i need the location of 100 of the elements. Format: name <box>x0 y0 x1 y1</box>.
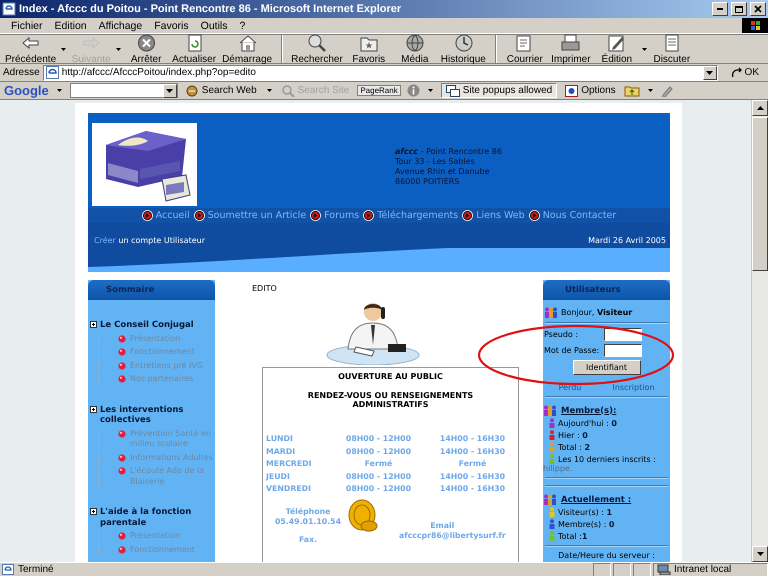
greeting-text: Bonjour, Visiteur <box>561 308 632 317</box>
arrow-bullet-icon <box>194 210 205 221</box>
bullet-icon <box>118 546 126 554</box>
page-icon <box>46 66 59 79</box>
popups-button[interactable]: Site popups allowed <box>440 83 558 98</box>
scrollbar-thumb[interactable] <box>752 117 768 271</box>
toolbar-button[interactable]: Favoris <box>346 35 392 63</box>
nav-link[interactable]: Nous Contacter <box>528 210 616 221</box>
stats-item: Total :1 <box>558 532 588 540</box>
people-icon <box>544 406 556 416</box>
nav-link[interactable]: Forums <box>310 210 360 221</box>
window-title: Index - Afccc du Poitou - Point Rencontre 86 - Microsoft Internet Explorer <box>19 3 402 15</box>
expand-icon[interactable] <box>90 508 97 515</box>
panel-header: Sommaire <box>88 280 215 300</box>
folder-icon[interactable] <box>624 84 640 97</box>
toolbar-button[interactable]: Historique <box>438 35 489 63</box>
dropdown-arrow-icon[interactable] <box>166 89 174 93</box>
search-web-button[interactable]: Search Web <box>184 84 259 96</box>
account-link[interactable]: Perdu <box>558 383 582 392</box>
section-title[interactable]: Le Conseil Conjugal <box>100 320 194 330</box>
windows-icon <box>446 84 460 96</box>
minimize-icon <box>717 8 723 10</box>
stats-item: Visiteur(s) : 1 <box>558 508 612 516</box>
arrow-down-icon <box>756 552 764 556</box>
date-text: Mardi 26 Avril 2005 <box>588 236 666 245</box>
section-title[interactable]: Les interventions collectives <box>100 404 213 426</box>
toolbar-button[interactable]: Arrêter <box>123 35 170 63</box>
menu-item[interactable]: Fichier <box>5 20 49 32</box>
menu-item[interactable]: Affichage <box>92 20 148 32</box>
menu-item[interactable]: Edition <box>48 20 93 32</box>
go-button[interactable]: OK <box>720 66 765 78</box>
toolbar-button[interactable]: Discuter <box>648 35 695 63</box>
bullet-icon <box>118 348 126 356</box>
address-line: afccc - Point Rencontre 86 <box>395 147 502 157</box>
scroll-down-button[interactable] <box>752 546 768 562</box>
toolbar-button[interactable]: Courrier <box>494 35 548 63</box>
server-date-label: Date/Heure du serveur : <box>557 551 656 560</box>
caret-icon[interactable] <box>428 89 433 92</box>
account-link[interactable]: Inscription <box>612 383 654 392</box>
arrow-bullet-icon <box>528 210 540 221</box>
caret-icon[interactable] <box>56 89 62 92</box>
go-arrow-icon <box>730 66 743 78</box>
nav-link[interactable]: Téléchargements <box>363 210 458 221</box>
menu-item[interactable]: ? <box>234 20 252 32</box>
status-pane <box>633 562 651 576</box>
create-account-link[interactable]: Créer <box>94 236 116 245</box>
close-button[interactable] <box>750 2 766 16</box>
browser-icon <box>2 2 16 16</box>
bullet-icon <box>118 467 126 475</box>
caret-icon[interactable] <box>648 89 653 92</box>
arrow-bullet-icon <box>142 210 153 221</box>
section-title[interactable]: L'aide à la fonction parentale <box>100 507 213 528</box>
caret-icon[interactable] <box>61 48 66 50</box>
maximize-icon <box>735 6 743 12</box>
search-icon <box>306 33 328 53</box>
close-icon <box>754 5 762 13</box>
status-pane <box>613 562 631 576</box>
dropdown-arrow-icon[interactable] <box>706 70 714 74</box>
menu-item[interactable]: Outils <box>194 20 234 32</box>
toolbar-button[interactable]: Rechercher <box>281 35 346 63</box>
login-button[interactable]: Identifiant <box>572 360 640 375</box>
bullet-icon <box>118 362 126 370</box>
section-label: EDITO <box>251 283 278 293</box>
toolbar-button[interactable]: Actualiser <box>169 35 220 63</box>
expand-icon[interactable] <box>90 406 97 412</box>
windows-logo-icon <box>742 18 768 33</box>
options-button[interactable]: Options <box>563 84 618 96</box>
history-icon <box>452 33 474 53</box>
people-icon <box>544 494 556 505</box>
maximize-button[interactable] <box>731 2 747 16</box>
toolbar-button[interactable]: Précédente <box>2 35 68 63</box>
search-field[interactable] <box>70 83 178 98</box>
bullet-icon <box>118 430 126 438</box>
stats-title: Actuellement : <box>561 494 632 504</box>
input-field[interactable] <box>604 344 642 357</box>
address-label: Adresse <box>3 67 40 78</box>
status-text: Terminé <box>18 564 54 575</box>
people-icon <box>545 308 557 318</box>
toolbar-button[interactable]: Imprimer <box>548 35 594 63</box>
google-logo[interactable]: Google <box>4 83 49 98</box>
scroll-up-button[interactable] <box>752 100 768 116</box>
toolbar-button[interactable]: Média <box>392 35 438 63</box>
toolbar-button[interactable]: Édition <box>594 35 649 63</box>
caret-icon[interactable] <box>642 48 647 50</box>
minimize-button[interactable] <box>712 2 728 16</box>
notice-subtitle: RENDEZ-VOUS OU RENSEIGNEMENTS ADMINISTRATIFS <box>306 391 474 409</box>
pencil-icon[interactable] <box>660 84 673 96</box>
stats-item: Membre(s) : 0 <box>558 520 614 528</box>
nav-link[interactable]: Liens Web <box>462 210 525 221</box>
nav-link[interactable]: Accueil <box>142 210 190 221</box>
expand-icon[interactable] <box>90 321 97 328</box>
toolbar-button[interactable]: Démarrage <box>219 35 276 63</box>
address-field[interactable]: http://afccc/AfcccPoitou/index.php?op=edito <box>42 64 718 80</box>
address-line: 86000 POITIERS <box>395 177 460 187</box>
stats-item: Hier : 0 <box>558 430 588 440</box>
arrow-bullet-icon <box>310 210 322 221</box>
nav-link[interactable]: Soumettre un Article <box>194 210 306 221</box>
info-icon[interactable] <box>406 84 420 97</box>
caret-icon[interactable] <box>266 89 272 92</box>
menu-item[interactable]: Favoris <box>148 20 195 32</box>
